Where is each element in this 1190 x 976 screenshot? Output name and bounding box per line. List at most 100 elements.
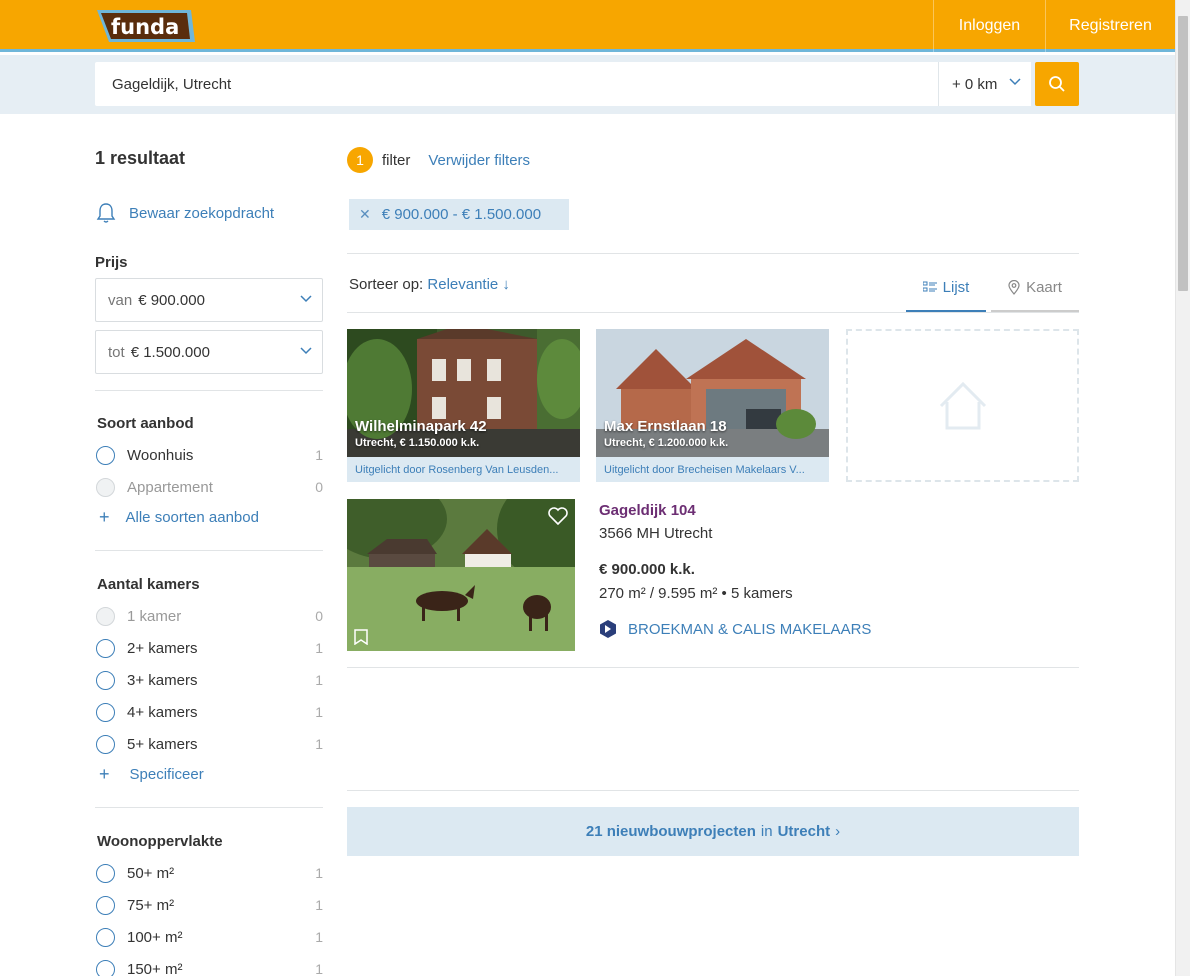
radio-button[interactable] [96,895,115,915]
area-option-50[interactable]: 50+ m² 1 [96,861,323,885]
view-tabs: Lijst Kaart [906,264,1079,312]
register-button[interactable]: Registreren [1045,0,1175,52]
divider [95,550,323,551]
chevron-right-icon: › [835,823,841,840]
page-scrollbar[interactable] [1175,0,1190,976]
option-count: 1 [315,865,323,881]
option-count: 1 [315,704,323,720]
heart-icon[interactable] [548,507,568,525]
radio-button[interactable] [96,670,115,690]
search-icon [1049,76,1065,92]
listing-postal: 3566 MH Utrecht [599,525,713,542]
radio-button[interactable] [96,734,115,754]
newbuild-projects-banner[interactable]: 21 nieuwbouwprojecten in Utrecht › [347,807,1079,856]
option-count: 1 [315,640,323,656]
specify-rooms-label: Specificeer [129,766,204,783]
featured-caption[interactable]: Uitgelicht door Rosenberg Van Leusden... [347,457,580,482]
specify-rooms-link[interactable]: + Specificeer [99,764,204,785]
radio-button[interactable] [96,927,115,947]
sort-control[interactable]: Sorteer op: Relevantie ↓ [349,276,510,293]
option-count: 1 [315,961,323,976]
divider [95,807,323,808]
option-label: 75+ m² [127,896,175,914]
login-button[interactable]: Inloggen [933,0,1045,52]
price-from-prefix: van [108,291,133,309]
close-icon[interactable]: ✕ [359,206,371,223]
featured-listing-card[interactable]: Max Ernstlaan 18 Utrecht, € 1.200.000 k.… [596,329,829,482]
option-label: 50+ m² [127,864,175,882]
featured-caption[interactable]: Uitgelicht door Brecheisen Makelaars V..… [596,457,829,482]
funda-logo[interactable]: funda [95,8,195,44]
price-from-value: € 900.000 [138,291,205,309]
active-filters-row: 1 filter Verwijder filters [347,147,530,173]
featured-listing-card[interactable]: Wilhelminapark 42 Utrecht, € 1.150.000 k… [347,329,580,482]
list-icon [922,281,937,292]
listing-agent-link[interactable]: BROEKMAN & CALIS MAKELAARS [599,619,871,639]
empty-slot-placeholder [846,329,1079,482]
tab-list[interactable]: Lijst [906,264,986,312]
rooms-option-3[interactable]: 3+ kamers 1 [96,668,323,692]
save-search-link[interactable]: Bewaar zoekopdracht [95,202,274,224]
plus-icon: + [99,764,110,784]
radio-button[interactable] [96,959,115,976]
price-filter-chip[interactable]: ✕ € 900.000 - € 1.500.000 [349,199,569,230]
price-title: Prijs [95,254,128,271]
featured-title: Wilhelminapark 42 [355,418,487,435]
radio-button [96,477,115,497]
all-offer-types-link[interactable]: + Alle soorten aanbod [99,507,259,528]
option-count: 1 [315,929,323,945]
sort-value[interactable]: Relevantie ↓ [427,276,510,293]
scrollbar-thumb[interactable] [1178,16,1188,291]
newbuild-in: in [760,823,773,840]
chevron-down-icon [1009,78,1021,86]
tab-map-label: Kaart [1026,278,1062,296]
newbuild-city: Utrecht [777,823,831,840]
rooms-option-1: 1 kamer 0 [96,604,323,628]
price-to-value: € 1.500.000 [130,343,210,361]
listing-info: Gageldijk 104 3566 MH Utrecht € 900.000 … [599,502,871,639]
listing-title[interactable]: Gageldijk 104 [599,502,871,519]
listing-photo[interactable] [347,499,575,651]
divider [347,253,1079,254]
rooms-option-5[interactable]: 5+ kamers 1 [96,732,323,756]
logo-text: funda [111,15,179,39]
option-count: 1 [315,672,323,688]
map-pin-icon [1008,279,1020,295]
listing-price: € 900.000 k.k. [599,561,695,578]
rooms-option-2[interactable]: 2+ kamers 1 [96,636,323,660]
option-count: 0 [315,608,323,624]
price-from-select[interactable]: van € 900.000 [95,278,323,322]
radius-select[interactable]: + 0 km [938,62,1031,106]
option-count: 1 [315,897,323,913]
option-label: 100+ m² [127,928,183,946]
radio-button[interactable] [96,445,115,465]
search-button[interactable] [1035,62,1079,106]
price-to-select[interactable]: tot € 1.500.000 [95,330,323,374]
listing-photo[interactable]: Wilhelminapark 42 Utrecht, € 1.150.000 k… [347,329,580,457]
option-label: 4+ kamers [127,703,198,721]
option-count: 1 [315,736,323,752]
option-label: Appartement [127,478,213,496]
listing-photo[interactable]: Max Ernstlaan 18 Utrecht, € 1.200.000 k.… [596,329,829,457]
divider [347,312,1079,313]
area-option-100[interactable]: 100+ m² 1 [96,925,323,949]
divider [95,390,323,391]
divider [347,667,1079,668]
area-option-75[interactable]: 75+ m² 1 [96,893,323,917]
agent-name: BROEKMAN & CALIS MAKELAARS [628,620,872,638]
tab-map[interactable]: Kaart [991,264,1079,312]
location-search-input[interactable]: Gageldijk, Utrecht [95,62,938,106]
remove-filters-link[interactable]: Verwijder filters [428,152,530,169]
option-label: 150+ m² [127,960,183,976]
radio-button[interactable] [96,702,115,722]
rooms-option-4[interactable]: 4+ kamers 1 [96,700,323,724]
bookmark-icon[interactable] [353,629,369,645]
radio-button[interactable] [96,638,115,658]
area-option-150[interactable]: 150+ m² 1 [96,957,323,976]
radio-button[interactable] [96,863,115,883]
offer-type-option-woonhuis[interactable]: Woonhuis 1 [96,443,323,467]
offer-type-option-appartement: Appartement 0 [96,475,323,499]
living-area-title: Woonoppervlakte [97,833,223,850]
agent-logo-icon [600,620,616,638]
house-icon [939,381,986,429]
